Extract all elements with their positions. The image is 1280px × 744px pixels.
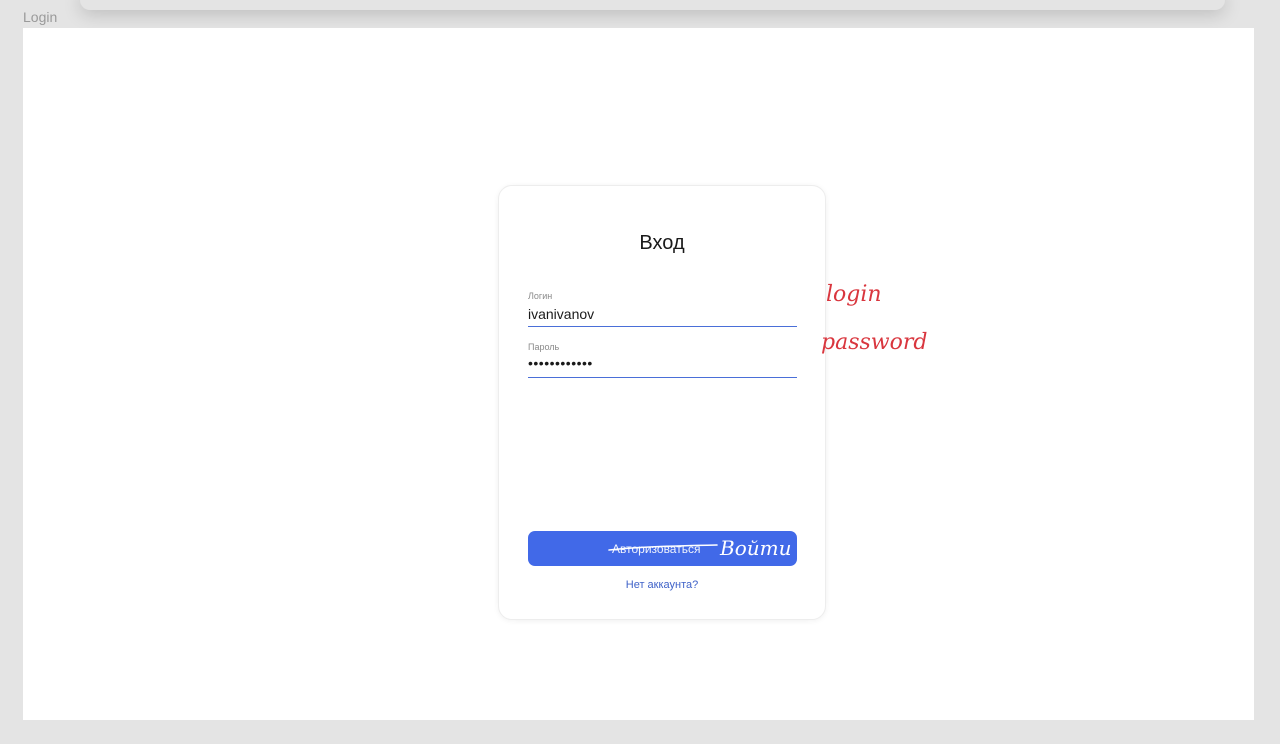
toolbar-shadow (80, 0, 1225, 10)
frame-label: Login (23, 9, 58, 25)
register-link[interactable]: Нет аккаунта? (499, 579, 825, 591)
submit-new-label: Войти (720, 536, 792, 560)
handwritten-login-note: login (826, 282, 882, 307)
password-field-label: Пароль (528, 342, 560, 352)
login-field[interactable]: Логин ivanivanov (528, 291, 797, 327)
password-field-value[interactable]: •••••••••••• (528, 355, 593, 371)
login-card: Вход Логин ivanivanov Пароль •••••••••••… (498, 185, 826, 620)
password-field[interactable]: Пароль •••••••••••• (528, 342, 797, 378)
page-title: Вход (639, 232, 685, 254)
frame-canvas: Вход Логин ivanivanov Пароль •••••••••••… (23, 28, 1254, 720)
submit-button[interactable]: Авторизоваться Войти (528, 531, 797, 566)
login-field-value[interactable]: ivanivanov (528, 306, 594, 322)
strikethrough-mark (608, 544, 718, 551)
login-field-label: Логин (528, 291, 553, 301)
handwritten-password-note: password (821, 330, 928, 355)
